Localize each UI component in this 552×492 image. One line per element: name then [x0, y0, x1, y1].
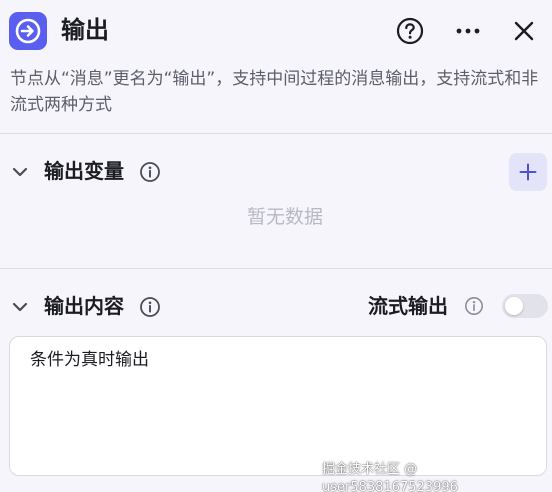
- info-icon[interactable]: [464, 296, 484, 316]
- output-variables-title: 输出变量: [44, 159, 124, 183]
- info-icon[interactable]: [139, 296, 161, 318]
- panel-header: 输出: [0, 0, 552, 64]
- stream-output-label: 流式输出: [368, 294, 448, 318]
- node-title[interactable]: 输出: [61, 14, 109, 46]
- help-icon[interactable]: [395, 16, 425, 46]
- plus-icon: [519, 163, 537, 181]
- section-divider: [0, 133, 552, 134]
- section-divider: [0, 268, 552, 269]
- chevron-down-icon[interactable]: [10, 162, 30, 182]
- arrow-right-circle-icon: [9, 12, 47, 50]
- stream-output-toggle[interactable]: [502, 294, 548, 318]
- editor-text[interactable]: 条件为真时输出: [30, 347, 526, 373]
- chevron-down-icon[interactable]: [10, 297, 30, 317]
- node-description: 节点从“消息”更名为“输出”，支持中间过程的消息输出，支持流式和非流式两种方式: [10, 69, 539, 115]
- toggle-knob: [505, 297, 523, 315]
- output-content-editor[interactable]: 条件为真时输出: [9, 336, 547, 476]
- add-variable-button[interactable]: [509, 153, 547, 191]
- info-icon[interactable]: [139, 161, 161, 183]
- empty-state-text: 暂无数据: [246, 206, 323, 228]
- watermark: 掘金技术社区 @ user5838167523996: [322, 462, 458, 492]
- output-variables-header[interactable]: 输出变量: [0, 154, 552, 190]
- more-icon[interactable]: [453, 16, 483, 46]
- close-icon[interactable]: [509, 16, 539, 46]
- output-content-title: 输出内容: [44, 294, 124, 318]
